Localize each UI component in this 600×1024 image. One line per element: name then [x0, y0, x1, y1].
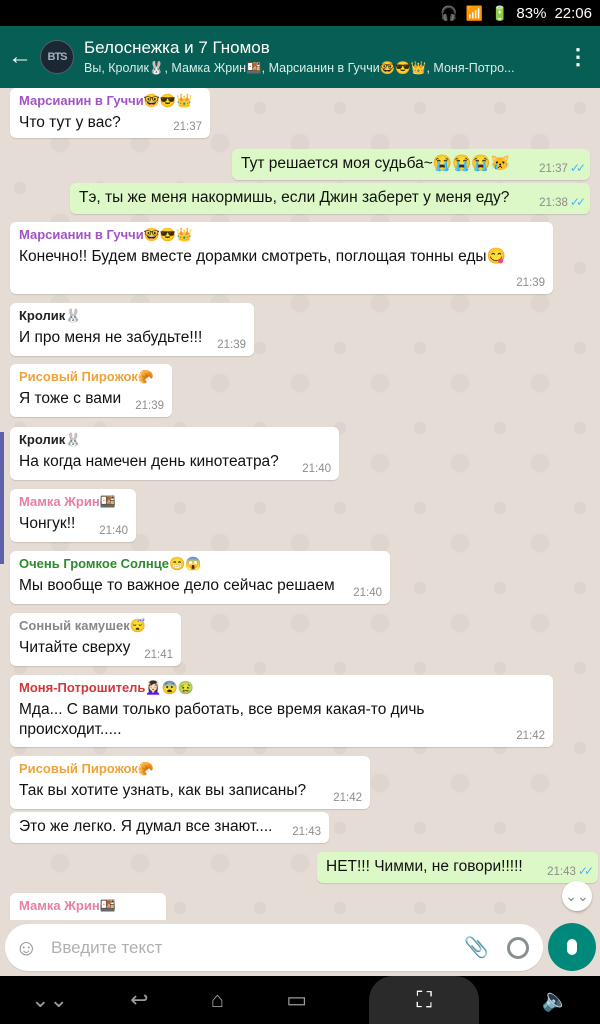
message-time: 21:39 [135, 400, 164, 412]
message-incoming[interactable]: Рисовый Пирожок🥐 Так вы хотите узнать, к… [10, 756, 370, 809]
input-bar: ☺ 📎 [0, 920, 600, 976]
read-ticks-icon: ✓✓ [569, 161, 586, 175]
wifi-icon: 📶 [465, 5, 483, 21]
microphone-icon [567, 939, 577, 955]
message-text: Так вы хотите узнать, как вы записаны? [19, 782, 307, 799]
message-sender: Рисовый Пирожок🥐 [19, 761, 155, 776]
message-incoming[interactable]: Кролик🐰 И про меня не забудьте!!! 21:39 [10, 303, 254, 356]
message-text: Тут решается моя судьба~😭😭😭😿 [241, 155, 511, 172]
status-bar: 🎧 📶 🔋 83% 22:06 [0, 0, 600, 26]
message-time: 21:43 [292, 826, 321, 838]
message-time: 21:42 [516, 730, 545, 742]
message-incoming[interactable]: Это же легко. Я думал все знают.... 21:4… [10, 812, 329, 843]
message-outgoing[interactable]: Тэ, ты же меня накормишь, если Джин забе… [70, 183, 590, 214]
message-text: Мы вообще то важное дело сейчас решаем [19, 577, 335, 594]
headset-icon: 🎧 [440, 5, 458, 21]
message-incoming[interactable]: Марсианин в Гуччи🤓😎👑 Что тут у вас? 21:3… [10, 88, 210, 138]
message-text: И про меня не забудьте!!! [19, 329, 203, 346]
message-sender: Рисовый Пирожок🥐 [19, 369, 155, 384]
more-options-icon[interactable]: ⋮ [556, 44, 600, 70]
mic-button[interactable] [548, 923, 596, 971]
message-incoming[interactable]: Мамка Жрин🍱 [10, 893, 166, 920]
scroll-down-button[interactable]: ⌄⌄ [562, 881, 592, 911]
message-time: 21:40 [302, 463, 331, 475]
message-text: Конечно!! Будем вместе дорамки смотреть,… [19, 248, 506, 265]
message-incoming[interactable]: Мамка Жрин🍱 Чонгук!! 21:40 [10, 489, 136, 542]
volume-icon[interactable]: 🔈 [541, 987, 568, 1013]
message-incoming[interactable]: Рисовый Пирожок🥐 Я тоже с вами 21:39 [10, 364, 172, 417]
message-time: 21:40 [99, 525, 128, 537]
message-time: 21:37 [173, 121, 202, 133]
message-composer: ☺ 📎 [5, 924, 543, 971]
edge-indicator [0, 432, 4, 564]
message-time: 21:40 [353, 587, 382, 599]
battery-level: 83% [516, 4, 547, 22]
message-text: Мда... С вами только работать, все время… [19, 701, 425, 738]
message-incoming[interactable]: Моня-Потрошитель💆🏻‍♀️😨🤢 Мда... С вами то… [10, 675, 553, 747]
message-time: 21:41 [144, 649, 173, 661]
message-input[interactable] [51, 937, 465, 958]
emoji-icon[interactable]: ☺ [15, 935, 45, 961]
message-incoming[interactable]: Кролик🐰 На когда намечен день кинотеатра… [10, 427, 339, 480]
nav-home-icon[interactable]: ⌂ [211, 987, 224, 1013]
message-time: 21:38 ✓✓ [539, 195, 586, 209]
attach-icon[interactable]: 📎 [464, 935, 489, 960]
screenshot-icon[interactable]: ⛶ [369, 976, 480, 1024]
message-sender: Кролик🐰 [19, 432, 82, 447]
read-ticks-icon: ✓✓ [577, 864, 594, 878]
message-time: 21:39 [516, 277, 545, 289]
battery-icon: 🔋 [490, 5, 509, 21]
camera-icon[interactable] [507, 936, 529, 959]
message-time: 21:42 [333, 792, 362, 804]
message-outgoing[interactable]: Тут решается моя судьба~😭😭😭😿 21:37 ✓✓ [232, 149, 590, 180]
message-time: 21:37 ✓✓ [539, 161, 586, 175]
clock: 22:06 [554, 4, 592, 22]
message-outgoing[interactable]: НЕТ!!! Чимми, не говори!!!!! 21:43 ✓✓ [317, 852, 598, 883]
message-sender: Марсианин в Гуччи🤓😎👑 [19, 227, 193, 242]
group-avatar[interactable]: BTS [40, 40, 74, 74]
app-bar: ← BTS Белоснежка и 7 Гномов Вы, Кролик🐰,… [0, 26, 600, 88]
read-ticks-icon: ✓✓ [569, 195, 586, 209]
message-sender: Мамка Жрин🍱 [19, 898, 116, 913]
message-sender: Кролик🐰 [19, 308, 82, 323]
hide-keyboard-icon[interactable]: ⌄⌄ [31, 987, 68, 1013]
message-text: Тэ, ты же меня накормишь, если Джин забе… [79, 189, 510, 206]
message-incoming[interactable]: Очень Громкое Солнце😁😱 Мы вообще то важн… [10, 551, 390, 604]
message-incoming[interactable]: Сонный камушек😴 Читайте сверху 21:41 [10, 613, 181, 666]
system-nav-bar: ⌄⌄ ↩ ⌂ ▭ ⛶ 🔈 [0, 976, 600, 1024]
chat-area[interactable]: Марсианин в Гуччи🤓😎👑 Что тут у вас? 21:3… [0, 88, 600, 920]
message-time: 21:39 [217, 339, 246, 351]
chat-title: Белоснежка и 7 Гномов [84, 38, 270, 57]
message-sender: Сонный камушек😴 [19, 618, 146, 633]
message-time: 21:43 ✓✓ [547, 864, 594, 878]
message-text: Это же легко. Я думал все знают.... [19, 818, 273, 835]
chat-participants: Вы, Кролик🐰, Мамка Жрин🍱, Марсианин в Гу… [84, 61, 515, 75]
chat-header[interactable]: Белоснежка и 7 Гномов Вы, Кролик🐰, Мамка… [84, 38, 556, 76]
nav-recents-icon[interactable]: ▭ [286, 987, 307, 1013]
message-incoming[interactable]: Марсианин в Гуччи🤓😎👑 Конечно!! Будем вме… [10, 222, 553, 294]
message-sender: Мамка Жрин🍱 [19, 494, 116, 509]
back-arrow-icon[interactable]: ← [0, 26, 40, 88]
message-sender: Марсианин в Гуччи🤓😎👑 [19, 93, 193, 108]
message-text: На когда намечен день кинотеатра? [19, 453, 279, 470]
message-sender: Моня-Потрошитель💆🏻‍♀️😨🤢 [19, 680, 194, 695]
message-sender: Очень Громкое Солнце😁😱 [19, 556, 202, 571]
nav-back-icon[interactable]: ↩ [130, 987, 148, 1013]
